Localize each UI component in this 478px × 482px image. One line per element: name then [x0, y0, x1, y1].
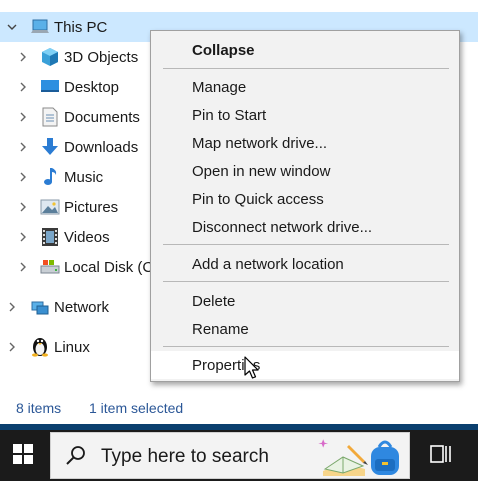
windows-logo-icon — [13, 443, 33, 468]
chevron-down-icon[interactable] — [6, 21, 18, 33]
selection-count: 1 item selected — [89, 400, 184, 416]
task-view-icon — [430, 444, 452, 468]
menu-item-label: Open in new window — [192, 163, 331, 180]
menu-item-add-network-location[interactable]: Add a network location — [151, 250, 459, 278]
menu-item-label: Pin to Quick access — [192, 191, 324, 208]
context-menu: Collapse Manage Pin to Start Map network… — [150, 30, 460, 382]
network-icon — [30, 297, 50, 317]
taskbar-search-box[interactable]: Type here to search — [50, 432, 410, 479]
menu-item-label: Manage — [192, 79, 247, 96]
downloads-icon — [40, 137, 60, 157]
linux-penguin-icon — [30, 336, 50, 357]
local-disk-icon — [40, 257, 60, 277]
menu-item-map-network-drive[interactable]: Map network drive... — [151, 129, 459, 157]
menu-item-rename[interactable]: Rename — [151, 315, 459, 343]
menu-item-label: Disconnect network drive... — [192, 219, 373, 236]
menu-item-label: Delete — [192, 293, 236, 310]
chevron-right-icon[interactable] — [17, 81, 29, 93]
tree-item-label: Local Disk (C — [64, 259, 154, 276]
desktop-icon — [40, 77, 60, 97]
chevron-right-icon[interactable] — [17, 111, 29, 123]
chevron-right-icon[interactable] — [6, 341, 18, 353]
taskbar: Type here to search — [0, 430, 478, 481]
chevron-right-icon[interactable] — [17, 51, 29, 63]
search-icon — [65, 445, 87, 467]
chevron-right-icon[interactable] — [17, 171, 29, 183]
start-button[interactable] — [0, 430, 46, 481]
menu-item-pin-to-quick-access[interactable]: Pin to Quick access — [151, 185, 459, 213]
tree-item-label: Downloads — [64, 139, 139, 156]
menu-item-label: Collapse — [192, 42, 255, 59]
music-icon — [40, 167, 60, 187]
menu-item-collapse[interactable]: Collapse — [151, 36, 459, 64]
search-highlight-illustration — [313, 433, 409, 478]
tree-item-label: Music — [64, 169, 104, 186]
pictures-icon — [40, 197, 60, 217]
3d-objects-icon — [40, 47, 60, 67]
menu-item-label: Rename — [192, 321, 249, 338]
chevron-right-icon[interactable] — [17, 231, 29, 243]
menu-item-properties[interactable]: Properties — [151, 351, 459, 379]
menu-item-label: Pin to Start — [192, 107, 267, 124]
chevron-right-icon[interactable] — [17, 141, 29, 153]
documents-icon — [40, 107, 60, 127]
menu-item-label: Add a network location — [192, 256, 344, 273]
tree-item-label: This PC — [54, 19, 108, 36]
this-pc-icon — [30, 17, 50, 37]
status-bar: 8 items 1 item selected — [0, 396, 478, 420]
task-view-button[interactable] — [416, 430, 466, 481]
menu-item-pin-to-start[interactable]: Pin to Start — [151, 101, 459, 129]
tree-item-label: Documents — [64, 109, 140, 126]
tree-item-label: 3D Objects — [64, 49, 139, 66]
items-count: 8 items — [16, 400, 62, 416]
tree-item-label: Pictures — [64, 199, 119, 216]
menu-separator — [163, 68, 449, 69]
chevron-right-icon[interactable] — [6, 301, 18, 313]
chevron-right-icon[interactable] — [17, 201, 29, 213]
tree-item-label: Network — [54, 299, 110, 316]
menu-item-open-in-new-window[interactable]: Open in new window — [151, 157, 459, 185]
tree-item-label: Desktop — [64, 79, 120, 96]
menu-item-manage[interactable]: Manage — [151, 73, 459, 101]
videos-icon — [40, 227, 60, 247]
menu-separator — [163, 244, 449, 245]
menu-separator — [163, 346, 449, 347]
chevron-right-icon[interactable] — [17, 261, 29, 273]
tree-item-label: Videos — [64, 229, 110, 246]
menu-item-delete[interactable]: Delete — [151, 287, 459, 315]
menu-item-disconnect-network-drive[interactable]: Disconnect network drive... — [151, 213, 459, 241]
search-placeholder: Type here to search — [101, 446, 269, 467]
tree-item-label: Linux — [54, 339, 90, 356]
mouse-pointer-icon — [244, 356, 262, 380]
menu-item-label: Map network drive... — [192, 135, 328, 152]
menu-separator — [163, 281, 449, 282]
